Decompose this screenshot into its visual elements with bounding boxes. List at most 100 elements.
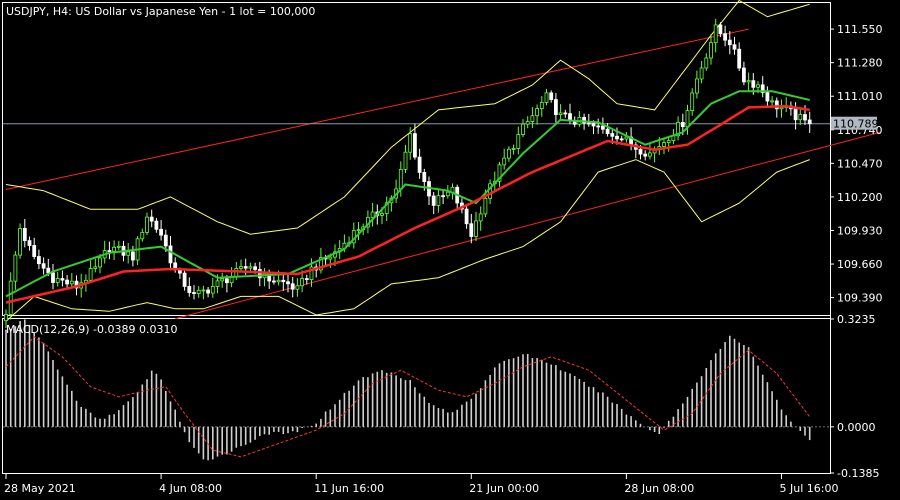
candle [605,123,610,137]
candle [18,223,23,259]
candle-body [436,195,441,206]
candle [337,240,342,260]
candle [196,286,201,298]
candle-body [516,134,521,149]
candle [182,269,187,291]
candle [633,142,638,159]
candle-body [140,232,145,240]
candle-body [46,267,51,274]
candle [727,31,732,55]
candle-body [276,279,281,283]
candle-body [596,125,601,128]
price-tick-label: 111.550 [837,23,883,36]
candle-body [464,208,469,225]
time-tick-label: 21 Jun 00:00 [469,482,539,495]
candle [55,272,60,287]
candle [713,18,718,53]
candle [474,211,478,242]
candle-body [549,92,554,100]
candle-body [539,102,544,109]
candle-body [742,67,746,83]
candle [145,212,149,236]
candle [746,72,751,92]
candle [417,148,422,179]
candle [511,144,516,155]
candle-body [558,112,563,115]
candle-body [563,112,568,115]
candle [807,111,812,133]
candle-body [525,121,530,125]
candle [558,104,563,121]
candle-body [145,216,149,233]
candle [709,34,713,65]
candle-body [680,122,685,128]
candle-body [469,223,474,237]
candle-body [554,99,558,115]
candle [793,102,798,130]
candle [455,184,460,211]
candle-body [41,263,46,269]
candle [516,126,521,155]
candle-body [98,257,102,268]
candle [723,25,727,47]
candle [210,277,215,298]
macd-label: MACD(12,26,9) -0.0389 0.0310 [6,323,177,336]
candle [506,146,511,162]
candle [102,240,107,264]
candle [60,270,65,287]
candle [13,251,18,290]
price-tick-label: 110.470 [837,157,883,170]
usdjpy-chart[interactable]: 111.550111.280111.010110.740110.470110.2… [0,0,900,500]
candle [370,202,375,227]
candle-body [60,278,65,281]
candle-body [615,135,619,140]
macd-histogram [5,319,811,461]
candle-body [756,84,760,88]
candle-body [751,80,756,88]
candle-body [295,285,300,290]
candle-body [431,195,436,206]
candle [187,277,192,297]
candle-body [403,151,408,170]
candle [521,119,525,138]
candle-body [511,147,516,150]
candle [530,107,535,129]
candle-body [149,216,154,222]
candle [478,206,483,231]
candle-body [793,108,798,121]
candle-body [380,213,384,216]
macd-signal-line [5,336,811,458]
price-tick-label: 110.200 [837,191,883,204]
candle [690,88,695,116]
candle-body [328,256,333,260]
candle [441,189,446,204]
time-tick-label: 11 Jun 16:00 [314,482,384,495]
candle-body [704,57,709,69]
candle [384,196,389,221]
candle-body [55,278,60,283]
candle-body [690,92,695,112]
candle [192,285,196,300]
candle [262,268,267,287]
candle-body [718,24,723,35]
candle [159,220,164,241]
candle [737,42,742,72]
candle-body [605,128,610,134]
candle [112,240,116,260]
candle [356,221,361,241]
candle [685,104,690,135]
time-tick-label: 5 Jul 16:00 [780,482,839,495]
candle [32,237,37,260]
candle-body [8,280,13,315]
candlestick-plot [3,0,881,328]
candle [51,263,55,290]
candle-body [22,228,27,242]
candle-body [206,289,211,294]
candle [666,136,671,152]
candle-body [168,245,173,264]
candle [469,213,474,244]
candle-body [69,280,74,285]
candle-body [215,280,220,287]
candle-body [13,254,18,282]
candle [798,108,803,125]
